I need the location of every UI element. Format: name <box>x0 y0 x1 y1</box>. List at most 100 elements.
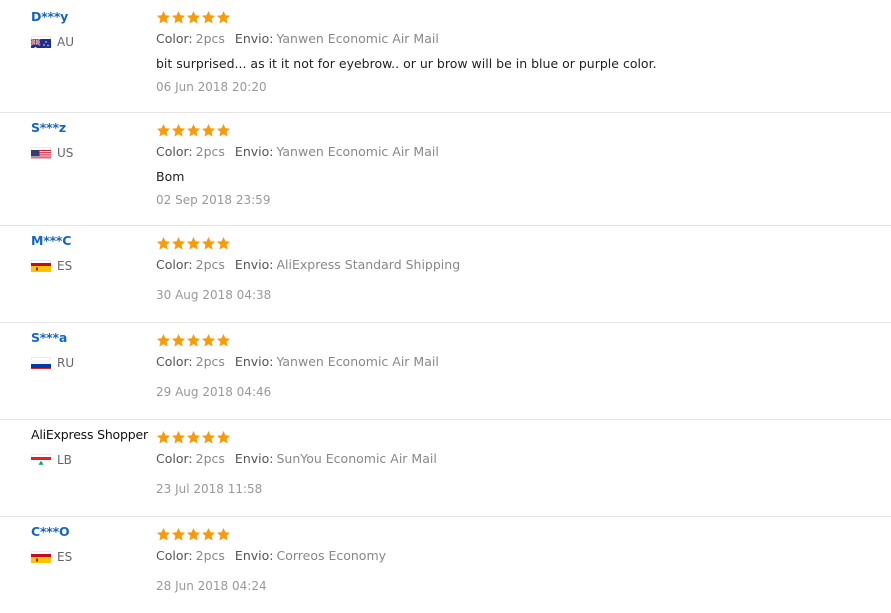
order-info: Color:2pcs Envio:Yanwen Economic Air Mail <box>156 31 881 47</box>
review-list: D***y <box>0 0 891 613</box>
star-rating <box>156 122 881 138</box>
shipping-label: Envio: <box>235 144 274 159</box>
flag-lebanon-icon <box>31 454 51 466</box>
star-rating <box>156 9 881 25</box>
reviewer-country: ES <box>31 550 156 564</box>
star-icon <box>201 527 216 542</box>
order-info: Color:2pcsEnvio:SunYou Economic Air Mail <box>156 451 881 467</box>
review-date: 23 Jul 2018 11:58 <box>156 481 881 497</box>
color-label: Color: <box>156 31 193 46</box>
reviewer-info: S***a RU <box>31 330 156 370</box>
reviewer-name-link[interactable]: D***y <box>31 9 156 25</box>
reviewer-info: S***z US <box>31 120 156 160</box>
shipping-label: Envio: <box>235 548 274 563</box>
reviewer-name-link[interactable]: S***a <box>31 330 156 346</box>
review-content: Color:2pcsEnvio:SunYou Economic Air Mail… <box>156 429 881 497</box>
star-icon <box>171 236 186 251</box>
shipping-value: Yanwen Economic Air Mail <box>276 354 438 369</box>
reviewer-info: M***C ES <box>31 233 156 273</box>
review-item: AliExpress Shopper LB <box>0 420 891 517</box>
star-icon <box>216 527 231 542</box>
review-item: M***C ES Color: <box>0 226 891 323</box>
star-rating <box>156 235 881 251</box>
flag-australia-icon <box>31 36 51 48</box>
shipping-value: Correos Economy <box>276 548 386 563</box>
flag-spain-icon <box>31 551 51 563</box>
color-value: 2pcs <box>196 257 225 272</box>
reviewer-name-link[interactable]: M***C <box>31 233 156 249</box>
color-label: Color: <box>156 548 193 563</box>
country-code: RU <box>57 356 74 370</box>
star-icon <box>156 333 171 348</box>
reviewer-info: AliExpress Shopper LB <box>31 427 156 467</box>
star-icon <box>156 10 171 25</box>
order-info: Color:2pcsEnvio:Yanwen Economic Air Mail <box>156 144 881 160</box>
star-icon <box>156 430 171 445</box>
feedback-text: bit surprised... as it it not for eyebro… <box>156 56 881 72</box>
reviewer-country: LB <box>31 453 156 467</box>
review-content: Color:2pcs Envio:AliExpress Standard Ship… <box>156 235 881 303</box>
star-icon <box>201 333 216 348</box>
star-icon <box>201 123 216 138</box>
star-icon <box>171 10 186 25</box>
color-label: Color: <box>156 144 193 159</box>
star-icon <box>216 236 231 251</box>
review-date: 30 Aug 2018 04:38 <box>156 287 881 303</box>
reviewer-country: RU <box>31 356 156 370</box>
color-label: Color: <box>156 354 193 369</box>
feedback-text: Bom <box>156 169 881 185</box>
star-icon <box>201 236 216 251</box>
star-icon <box>186 123 201 138</box>
country-code: ES <box>57 550 72 564</box>
shipping-label: Envio: <box>235 257 274 272</box>
country-code: ES <box>57 259 72 273</box>
star-icon <box>186 236 201 251</box>
reviewer-country: ES <box>31 259 156 273</box>
star-icon <box>216 123 231 138</box>
country-code: AU <box>57 35 74 49</box>
review-content: Color:2pcs Envio:Yanwen Economic Air Mail… <box>156 332 881 400</box>
review-item: D***y <box>0 0 891 113</box>
color-value: 2pcs <box>196 451 225 466</box>
star-icon <box>186 333 201 348</box>
color-label: Color: <box>156 451 193 466</box>
star-icon <box>216 430 231 445</box>
shipping-value: Yanwen Economic Air Mail <box>276 144 438 159</box>
star-icon <box>186 527 201 542</box>
reviewer-name-link[interactable]: C***O <box>31 524 156 540</box>
reviewer-country: AU <box>31 35 156 49</box>
shipping-value: AliExpress Standard Shipping <box>276 257 460 272</box>
reviewer-info: D***y <box>31 9 156 49</box>
star-rating <box>156 429 881 445</box>
review-content: Color:2pcs Envio:Yanwen Economic Air Mail… <box>156 9 881 95</box>
order-info: Color:2pcs Envio:Yanwen Economic Air Mail <box>156 354 881 370</box>
reviewer-info: C***O ES <box>31 524 156 564</box>
reviewer-name: AliExpress Shopper <box>31 427 156 443</box>
review-item: C***O ES Color: <box>0 517 891 613</box>
country-code: US <box>57 146 73 160</box>
review-item: S***z US <box>0 113 891 226</box>
order-info: Color:2pcs Envio:Correos Economy <box>156 548 881 564</box>
review-date: 28 Jun 2018 04:24 <box>156 578 881 594</box>
reviewer-country: US <box>31 146 156 160</box>
color-value: 2pcs <box>196 354 225 369</box>
review-date: 29 Aug 2018 04:46 <box>156 384 881 400</box>
shipping-label: Envio: <box>235 451 274 466</box>
star-icon <box>216 333 231 348</box>
review-item: S***a RU Color: <box>0 323 891 420</box>
color-value: 2pcs <box>196 548 225 563</box>
star-icon <box>156 527 171 542</box>
shipping-value: Yanwen Economic Air Mail <box>276 31 438 46</box>
star-icon <box>171 333 186 348</box>
star-icon <box>171 430 186 445</box>
star-icon <box>156 236 171 251</box>
star-icon <box>186 430 201 445</box>
color-label: Color: <box>156 257 193 272</box>
shipping-label: Envio: <box>235 31 274 46</box>
review-date: 02 Sep 2018 23:59 <box>156 192 881 208</box>
star-icon <box>186 10 201 25</box>
shipping-label: Envio: <box>235 354 274 369</box>
review-content: Color:2pcsEnvio:Yanwen Economic Air Mail… <box>156 122 881 208</box>
color-value: 2pcs <box>196 31 225 46</box>
reviewer-name-link[interactable]: S***z <box>31 120 156 136</box>
